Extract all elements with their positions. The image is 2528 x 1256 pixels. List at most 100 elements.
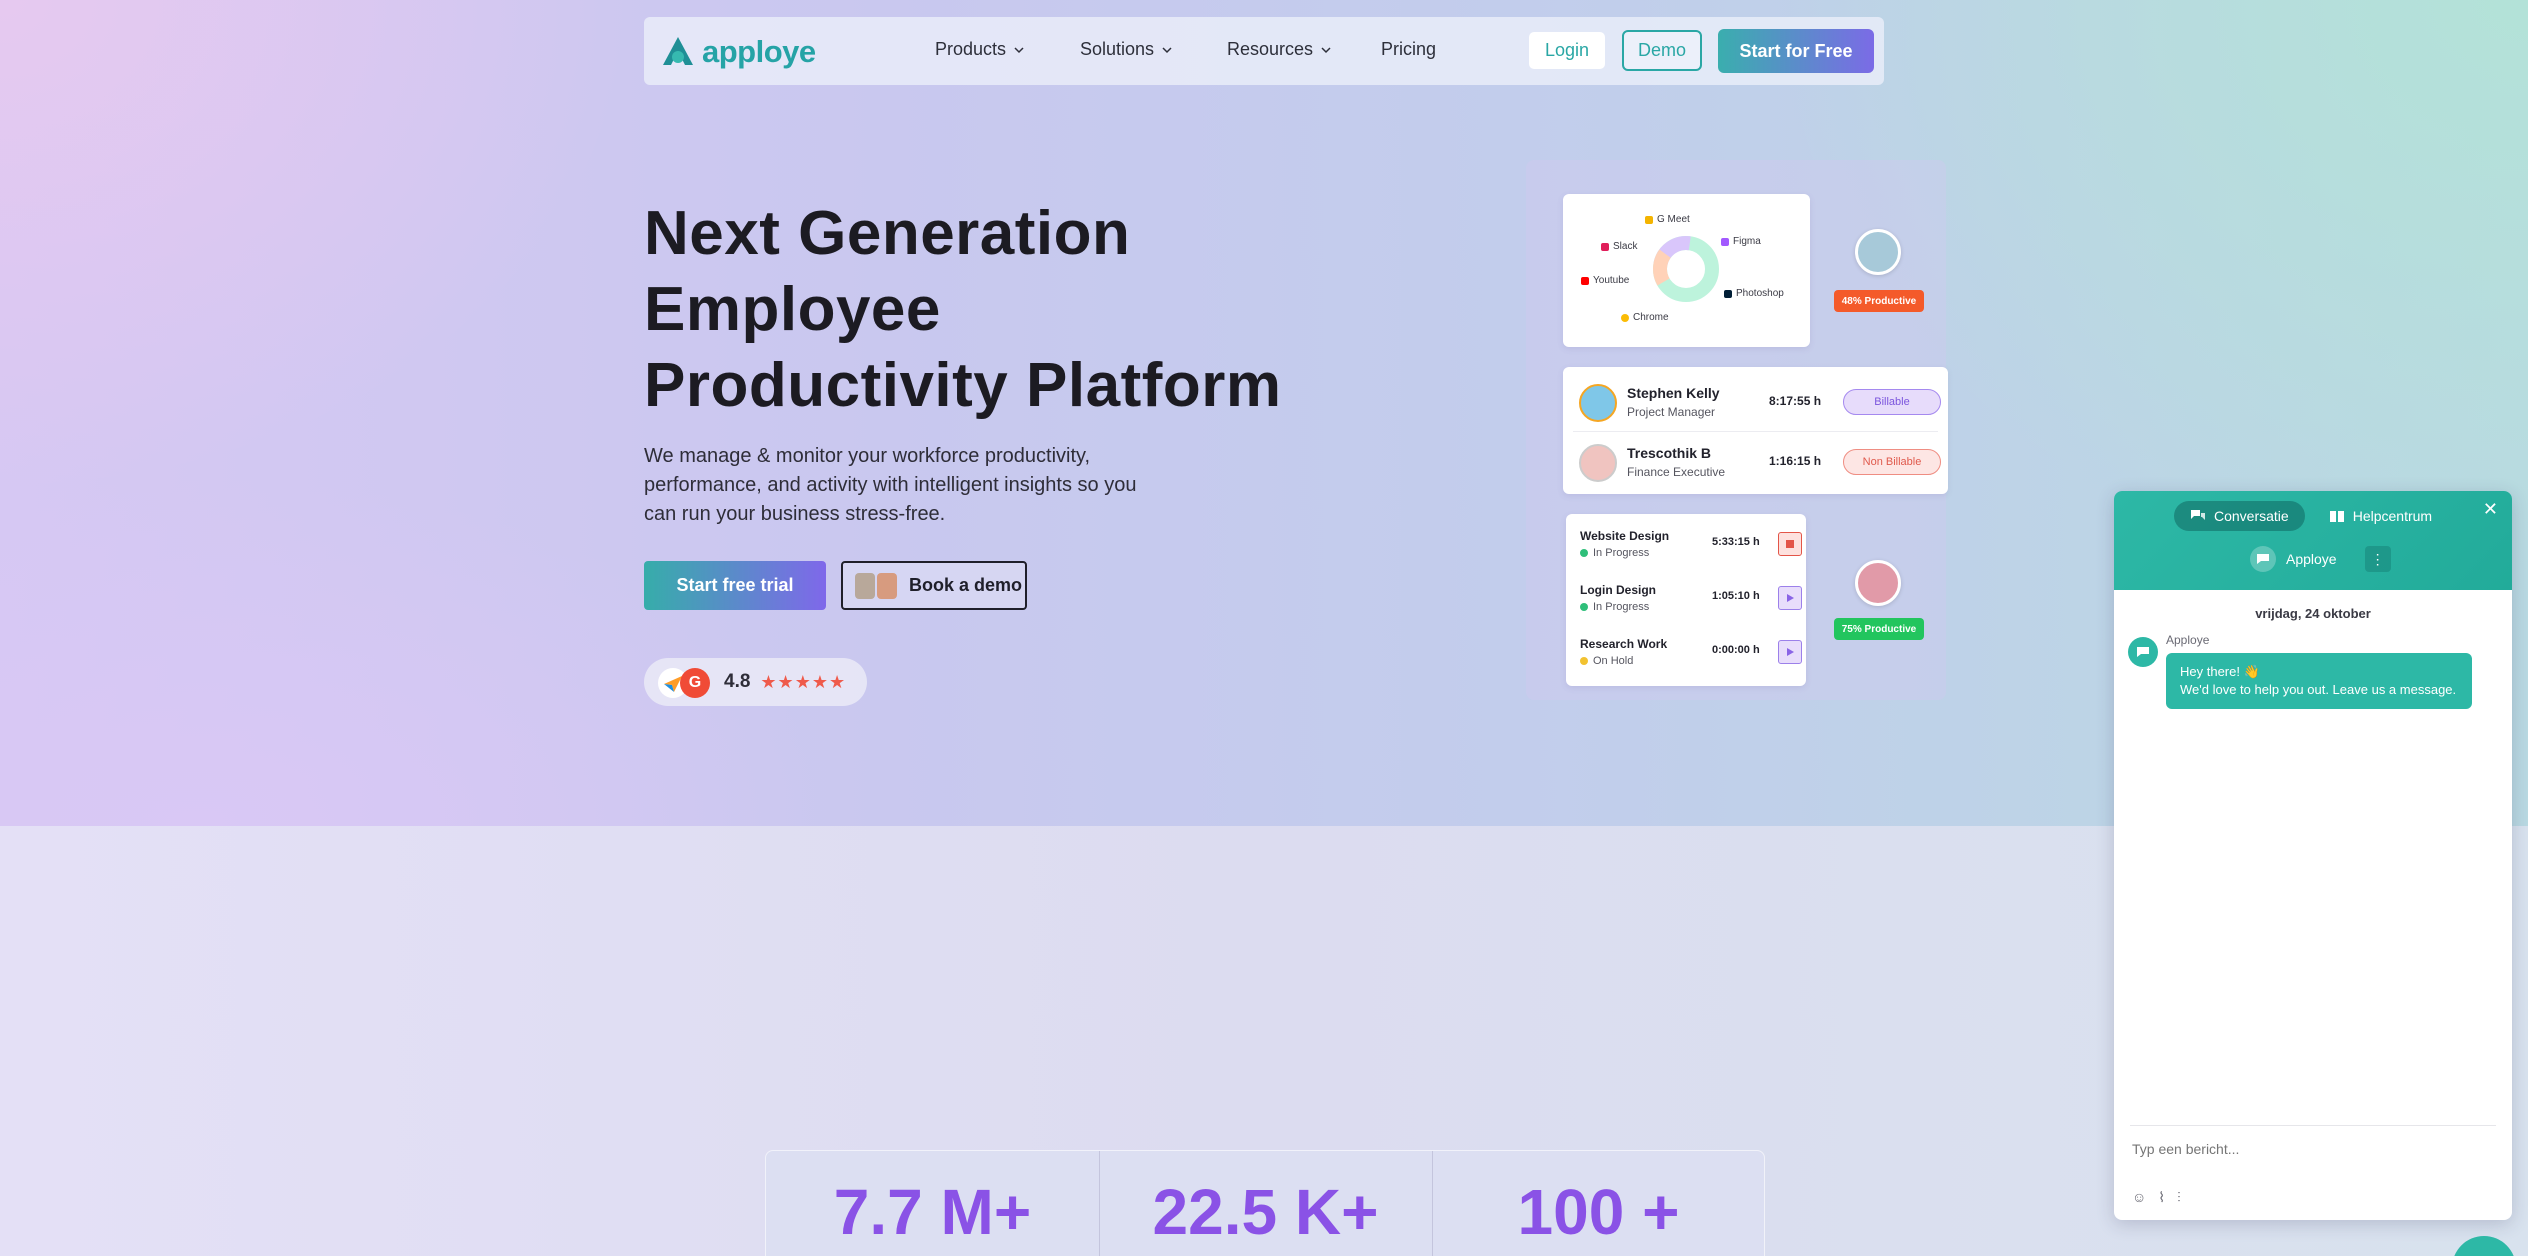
hero-title-line-1: Next Generation [644, 199, 1131, 268]
status-dot-icon [1580, 657, 1588, 665]
message-line-2: We'd love to help you out. Leave us a me… [2180, 682, 2457, 697]
status-dot-icon [1580, 549, 1588, 557]
chevron-down-icon [1014, 46, 1024, 53]
logo-wordmark: apploye [702, 34, 816, 69]
stats-bar: 7.7 M+ 22.5 K+ 100 + [765, 1150, 1765, 1256]
tab-help-label: Helpcentrum [2352, 508, 2433, 524]
person-row: Stephen Kelly Project Manager 8:17:55 h … [1573, 376, 1941, 428]
productivity-badge-75: 75% Productive [1834, 618, 1924, 640]
chat-tools: ☺ ⌇ ⫶ [2132, 1189, 2181, 1206]
book-a-demo-button[interactable]: Book a demo [841, 561, 1027, 610]
play-icon[interactable] [1778, 586, 1802, 610]
task-time: 1:05:10 h [1712, 590, 1760, 602]
chat-date: vrijdag, 24 oktober [2255, 606, 2371, 621]
task-row: Research Work On Hold 0:00:00 h [1580, 632, 1802, 682]
productivity-badge-48: 48% Productive [1834, 290, 1924, 312]
agent-avatar-icon [2250, 546, 2276, 572]
bot-avatar-icon [2128, 637, 2158, 667]
nav-resources[interactable]: Resources [1227, 39, 1331, 60]
play-icon[interactable] [1778, 640, 1802, 664]
person-time: 1:16:15 h [1769, 454, 1822, 468]
chevron-down-icon [1321, 46, 1331, 53]
task-time: 5:33:15 h [1712, 536, 1760, 548]
chat-message-input[interactable] [2132, 1141, 2492, 1157]
nav-products-label: Products [935, 39, 1007, 59]
review-site-logos: G [658, 666, 714, 698]
task-name: Login Design [1580, 583, 1656, 597]
nav-solutions[interactable]: Solutions [1080, 39, 1172, 60]
chat-header: Conversatie Helpcentrum ✕ Apploye ⋮ [2114, 491, 2512, 590]
chat-agent-info: Apploye ⋮ [2250, 546, 2391, 572]
apploye-logo-icon [663, 37, 693, 65]
chat-input-divider [2130, 1125, 2496, 1126]
app-label-figma: Figma [1721, 236, 1761, 247]
chat-widget: Conversatie Helpcentrum ✕ Apploye ⋮ vrij… [2114, 491, 2512, 1220]
nav-pricing-label: Pricing [1381, 39, 1437, 59]
task-time: 0:00:00 h [1712, 644, 1760, 656]
nav-pricing[interactable]: Pricing [1381, 39, 1436, 60]
task-status: In Progress [1580, 547, 1649, 559]
top-navbar: apploye Products Solutions Resources Pri… [644, 17, 1884, 85]
nav-resources-label: Resources [1227, 39, 1314, 59]
time-tracking-card: Stephen Kelly Project Manager 8:17:55 h … [1563, 367, 1948, 494]
app-usage-card: G Meet Figma Slack Youtube Photoshop Chr… [1563, 194, 1810, 347]
app-label-gmeet: G Meet [1645, 214, 1690, 225]
more-options-icon[interactable]: ⋮ [2364, 546, 2391, 572]
task-name: Research Work [1580, 637, 1668, 651]
chat-message: Hey there! 👋 We'd love to help you out. … [2166, 653, 2472, 709]
employee-avatar [1855, 560, 1901, 606]
login-button[interactable]: Login [1529, 32, 1605, 69]
avatar [1579, 384, 1617, 422]
row-divider [1573, 431, 1938, 432]
book-icon [2329, 511, 2344, 522]
task-status: In Progress [1580, 601, 1649, 613]
tab-conversation[interactable]: Conversatie [2174, 501, 2305, 531]
task-name: Website Design [1580, 529, 1670, 543]
person-role: Finance Executive [1627, 465, 1726, 479]
book-a-demo-label: Book a demo [909, 575, 1023, 595]
task-status: On Hold [1580, 655, 1633, 667]
status-dot-icon [1580, 603, 1588, 611]
app-label-chrome: Chrome [1621, 312, 1669, 323]
person-row: Trescothik B Finance Executive 1:16:15 h… [1573, 436, 1941, 488]
start-free-trial-button[interactable]: Start free trial [644, 561, 826, 610]
person-time: 8:17:55 h [1769, 394, 1822, 408]
rating-badge: G 4.8 ★★★★★ [644, 658, 867, 706]
apploye-logo[interactable]: apploye [660, 34, 816, 70]
employee-avatar [1855, 229, 1901, 275]
demo-team-avatars [855, 572, 899, 599]
emoji-icon[interactable]: ☺ [2132, 1189, 2146, 1206]
task-row: Login Design In Progress 1:05:10 h [1580, 578, 1802, 628]
stat-value: 22.5 K+ [1152, 1176, 1379, 1248]
message-line-1: Hey there! 👋 [2180, 664, 2260, 679]
app-usage-donut [1653, 236, 1719, 302]
person-name: Stephen Kelly [1627, 385, 1720, 401]
close-icon[interactable]: ✕ [2483, 499, 2498, 520]
hero-subtitle: We manage & monitor your workforce produ… [644, 445, 1137, 525]
stop-icon[interactable] [1778, 532, 1802, 556]
tab-help-center[interactable]: Helpcentrum [2313, 501, 2448, 531]
demo-button[interactable]: Demo [1622, 30, 1702, 71]
app-label-youtube: Youtube [1581, 275, 1629, 286]
hero-title-line-3: Productivity Platform [644, 351, 1282, 420]
avatar [1579, 444, 1617, 482]
message-sender: Apploye [2166, 633, 2210, 647]
non-billable-tag: Non Billable [1843, 449, 1941, 475]
voice-icon[interactable]: ⫶ [2177, 1189, 2181, 1206]
start-for-free-button[interactable]: Start for Free [1718, 29, 1874, 73]
attachment-icon[interactable]: ⌇ [2158, 1189, 2165, 1206]
nav-solutions-label: Solutions [1080, 39, 1155, 59]
stat-value: 7.7 M+ [833, 1176, 1032, 1248]
app-label-slack: Slack [1601, 241, 1637, 252]
app-label-photoshop: Photoshop [1724, 288, 1784, 299]
chat-tabs: Conversatie Helpcentrum [2174, 501, 2448, 531]
agent-name: Apploye [2286, 551, 2337, 567]
billable-tag: Billable [1843, 389, 1941, 415]
tasks-card: Website Design In Progress 5:33:15 h Log… [1566, 514, 1806, 686]
g2-icon: G [680, 668, 710, 698]
person-name: Trescothik B [1627, 445, 1712, 461]
rating-value: 4.8 [724, 671, 751, 692]
chat-bubbles-icon [2191, 510, 2205, 520]
tab-conversation-label: Conversatie [2214, 508, 2289, 524]
nav-products[interactable]: Products [935, 39, 1024, 60]
